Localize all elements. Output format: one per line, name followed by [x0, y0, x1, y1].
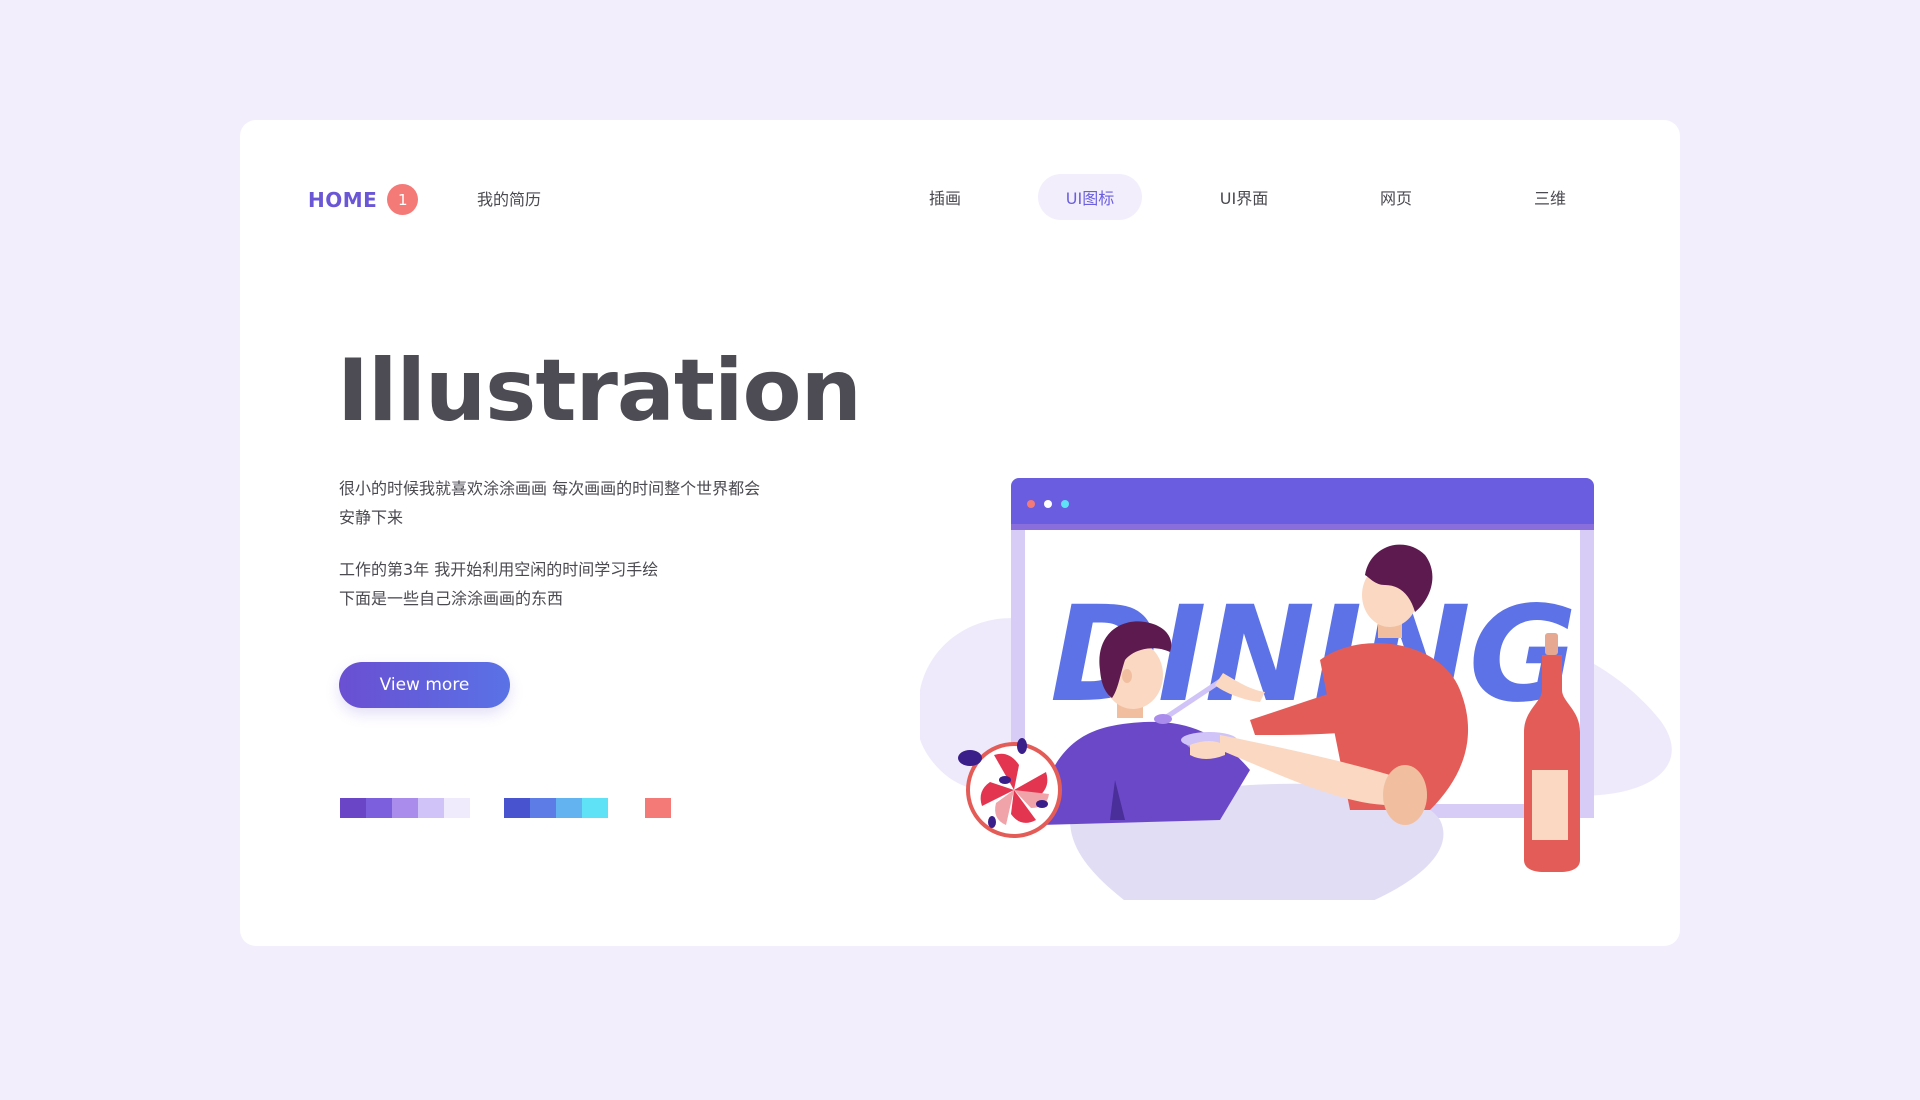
color-swatch [418, 798, 444, 818]
window-dot-white [1044, 500, 1052, 508]
hero-paragraph-2-line-1: 工作的第3年 我开始利用空闲的时间学习手绘 [339, 560, 659, 579]
color-swatch [340, 798, 366, 818]
nav-home[interactable]: HOME 1 [308, 184, 419, 215]
color-swatch [530, 798, 556, 818]
color-swatch [504, 798, 530, 818]
nav-home-badge: 1 [387, 184, 419, 215]
main-card: HOME 1 我的简历 插画 UI图标 UI界面 网页 三维 Illustrat… [240, 120, 1680, 946]
hero-paragraph-2-line-2: 下面是一些自己涂涂画画的东西 [339, 589, 564, 608]
window-dot-cyan [1061, 500, 1069, 508]
color-swatch [645, 798, 671, 818]
tab-ui-interface[interactable]: UI界面 [1192, 174, 1296, 220]
tab-3d[interactable]: 三维 [1500, 174, 1600, 220]
color-swatch [444, 798, 470, 818]
tab-ui-icons[interactable]: UI图标 [1038, 174, 1142, 220]
color-swatch [392, 798, 418, 818]
hero-paragraph-2: 工作的第3年 我开始利用空闲的时间学习手绘 下面是一些自己涂涂画画的东西 [339, 555, 658, 613]
swatch-group-accent [645, 798, 671, 818]
tab-webpage[interactable]: 网页 [1346, 174, 1446, 220]
view-more-button[interactable]: View more [339, 662, 510, 708]
color-swatch [366, 798, 392, 818]
nav-resume[interactable]: 我的简历 [477, 186, 541, 210]
swatch-group-blues [504, 798, 608, 818]
color-swatch [556, 798, 582, 818]
nav-home-label: HOME [308, 187, 378, 212]
swatch-group-purples [340, 798, 470, 818]
window-dot-red [1027, 500, 1035, 508]
hero-paragraph-1: 很小的时候我就喜欢涂涂画画 每次画画的时间整个世界都会 安静下来 [339, 474, 760, 532]
hero-paragraph-1-line-1: 很小的时候我就喜欢涂涂画画 每次画画的时间整个世界都会 [339, 479, 761, 498]
tab-illustration[interactable]: 插画 [895, 174, 995, 220]
dining-illustration: DINING [920, 478, 1672, 900]
hero-title: Illustration [337, 341, 862, 441]
color-swatch [582, 798, 608, 818]
hero-paragraph-1-line-2: 安静下来 [339, 508, 404, 527]
